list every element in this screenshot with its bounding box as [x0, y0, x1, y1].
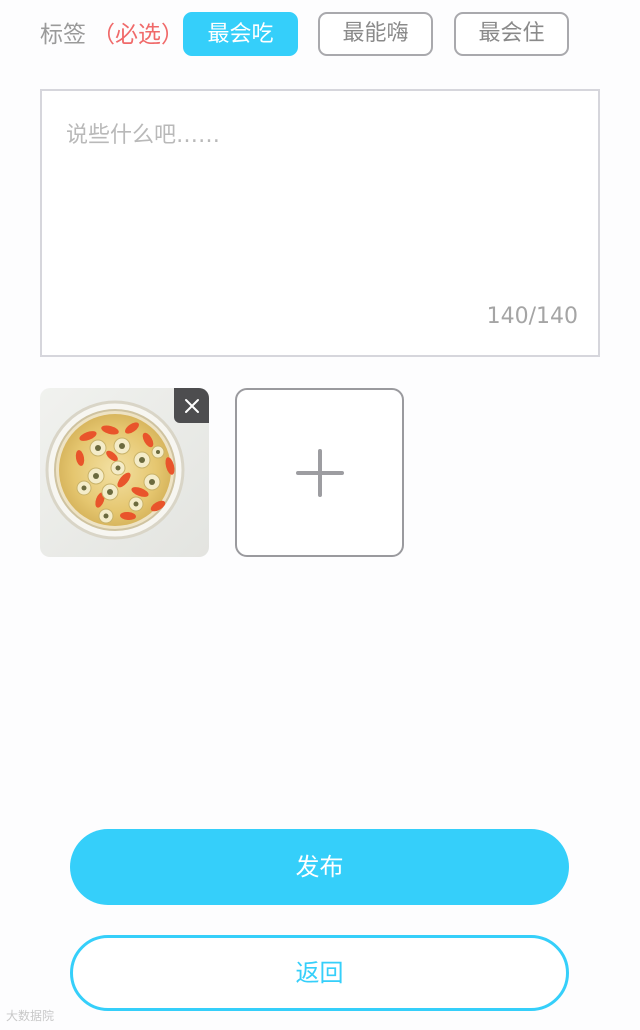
tag-option-eat[interactable]: 最会吃 — [183, 12, 298, 56]
tag-option-stay[interactable]: 最会住 — [454, 12, 569, 56]
plus-icon — [295, 448, 344, 497]
add-photo-button[interactable] — [235, 388, 404, 557]
tag-selector: 标签 （必选） 最会吃 最能嗨 最会住 — [0, 12, 640, 58]
photo-thumbnail[interactable] — [40, 388, 209, 557]
post-text-input[interactable]: 说些什么吧…… 140/140 — [40, 89, 600, 357]
watermark-text: 大数据院 — [6, 1009, 55, 1023]
text-placeholder: 说些什么吧…… — [66, 123, 221, 148]
remove-photo-button[interactable] — [174, 388, 209, 423]
character-counter: 140/140 — [486, 304, 578, 329]
close-icon — [184, 398, 199, 413]
publish-button[interactable]: 发布 — [70, 829, 569, 905]
watermark: 大数据院 — [6, 1008, 54, 1024]
tag-required-note: （必选） — [92, 22, 184, 48]
tag-label: 标签 — [40, 22, 86, 48]
tag-option-party[interactable]: 最能嗨 — [318, 12, 433, 56]
back-button[interactable]: 返回 — [70, 935, 569, 1011]
